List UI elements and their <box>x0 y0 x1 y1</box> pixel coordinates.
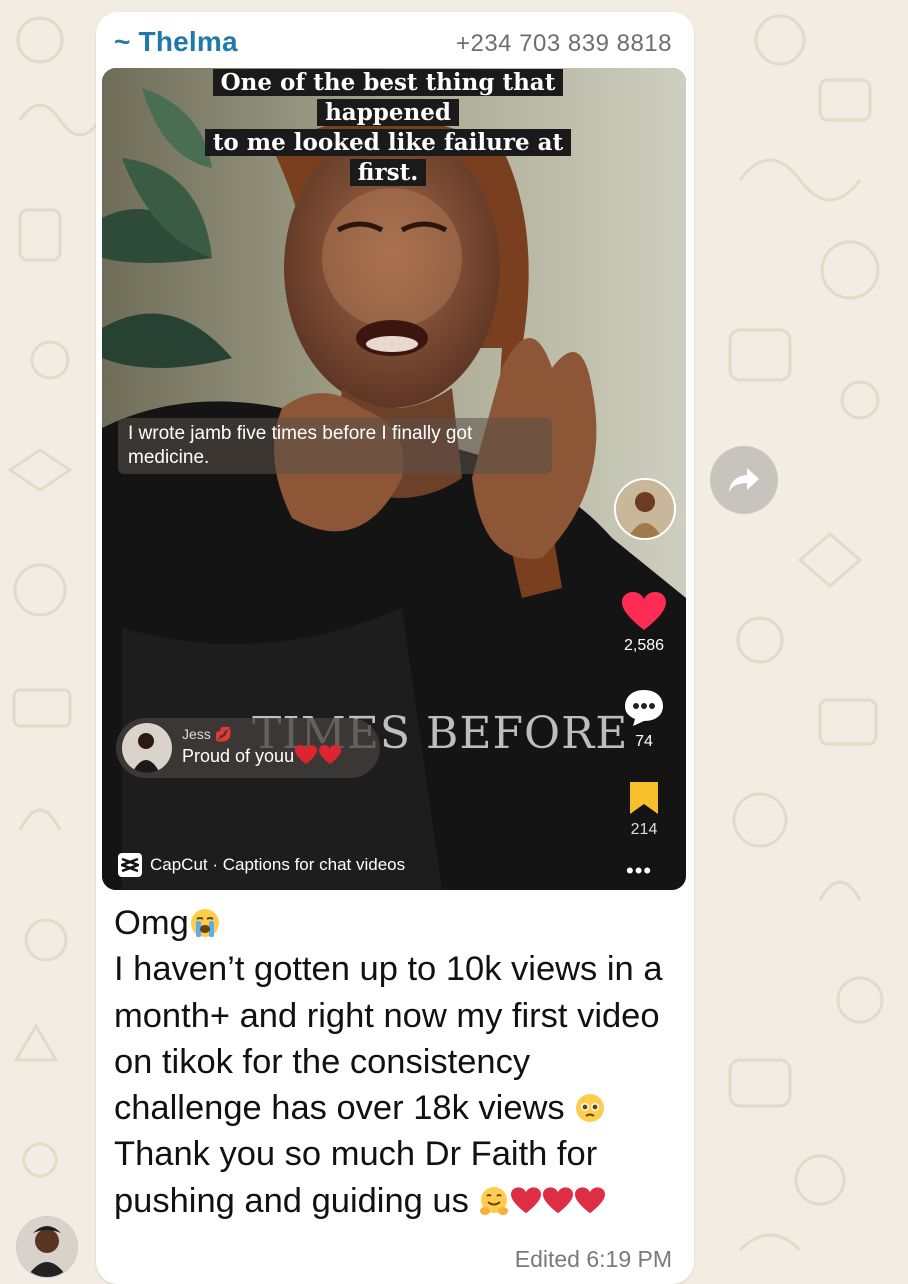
save-button: 214 <box>612 780 676 839</box>
creator-avatar <box>614 478 676 540</box>
comment-text: Proud of youu <box>182 745 342 767</box>
red-heart-emoji-icon <box>543 1187 574 1214</box>
speech-bubble-icon <box>625 690 663 726</box>
sender-avatar[interactable] <box>16 1216 78 1278</box>
sender-header: ~ Thelma +234 703 839 8818 <box>96 12 694 68</box>
hugging-face-emoji-icon <box>480 1186 509 1215</box>
more-options-icon: ••• <box>626 858 653 883</box>
video-thumbnail[interactable]: One of the best thing that happened to me… <box>102 68 686 890</box>
capcut-logo-icon <box>118 853 142 877</box>
comment-username: Jess 💋 <box>182 726 233 742</box>
bookmark-icon <box>630 782 658 814</box>
message-meta: Edited 6:19 PM <box>515 1246 672 1273</box>
heart-icon <box>622 592 666 630</box>
capcut-watermark: CapCut · Captions for chat videos <box>118 850 405 880</box>
red-heart-emoji-icon <box>511 1187 542 1214</box>
comment-avatar <box>122 723 172 773</box>
comment-button: 74 <box>612 688 676 751</box>
like-count: 2,586 <box>623 637 665 654</box>
message-time: 6:19 PM <box>586 1246 672 1272</box>
sender-phone[interactable]: +234 703 839 8818 <box>456 30 672 58</box>
loudly-crying-emoji-icon <box>190 909 219 937</box>
message-bubble[interactable]: ~ Thelma +234 703 839 8818 One of the be… <box>96 12 694 1284</box>
video-top-caption: One of the best thing that happened to me… <box>182 68 594 188</box>
sender-name[interactable]: ~ Thelma <box>114 26 238 58</box>
like-button: 2,586 <box>612 592 676 655</box>
forward-arrow-icon <box>729 468 759 492</box>
save-count: 214 <box>630 821 658 838</box>
video-comment-chip: Jess 💋 Proud of youu <box>116 718 380 778</box>
forward-button[interactable] <box>710 446 778 514</box>
video-subtitle: I wrote jamb five times before I finally… <box>118 418 552 474</box>
red-heart-emoji-icon <box>575 1187 606 1214</box>
comment-count: 74 <box>635 733 653 750</box>
pleading-face-emoji-icon <box>576 1094 605 1123</box>
message-text[interactable]: Omg I haven’t gotten up to 10k views in … <box>114 900 680 1224</box>
edited-label: Edited <box>514 1246 580 1272</box>
